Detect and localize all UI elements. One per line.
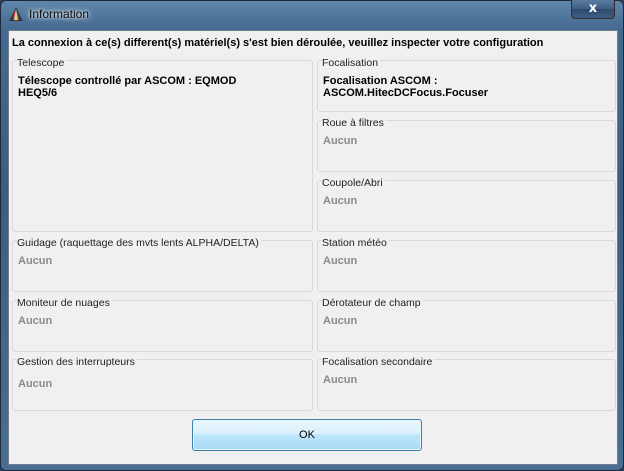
window-title: Information [29, 7, 90, 21]
filter-wheel-value: Aucun [323, 135, 358, 147]
dome-group: Coupole/Abri Aucun [317, 177, 616, 232]
dome-value: Aucun [323, 195, 358, 207]
dome-label: Coupole/Abri [322, 177, 385, 189]
secondary-focuser-label: Focalisation secondaire [322, 356, 435, 368]
weather-station-value: Aucun [323, 255, 358, 267]
filter-wheel-label: Roue à filtres [322, 117, 386, 129]
weather-station-label: Station météo [322, 237, 389, 249]
switches-label: Gestion des interrupteurs [17, 356, 137, 368]
derotator-value: Aucun [323, 315, 358, 327]
guiding-group: Guidage (raquettage des mvts lents ALPHA… [12, 237, 313, 292]
dialog-body: La connexion à ce(s) different(s) matéri… [8, 30, 618, 465]
close-button[interactable]: x [571, 0, 615, 19]
status-message: La connexion à ce(s) different(s) matéri… [12, 37, 544, 49]
guiding-label: Guidage (raquettage des mvts lents ALPHA… [17, 237, 261, 249]
switches-value: Aucun [18, 378, 53, 390]
cloud-monitor-value: Aucun [18, 315, 53, 327]
secondary-focuser-group: Focalisation secondaire Aucun [317, 356, 616, 411]
focalisation-label: Focalisation [322, 57, 381, 69]
cloud-monitor-group: Moniteur de nuages Aucun [12, 297, 313, 352]
weather-station-group: Station météo Aucun [317, 237, 616, 292]
telescope-label: Telescope [17, 57, 67, 69]
filter-wheel-group: Roue à filtres Aucun [317, 117, 616, 172]
title-bar[interactable]: Information x [0, 0, 624, 30]
cloud-monitor-label: Moniteur de nuages [17, 297, 112, 309]
derotator-label: Dérotateur de champ [322, 297, 423, 309]
focalisation-value: Focalisation ASCOM : ASCOM.HitecDCFocus.… [323, 75, 489, 99]
switches-group: Gestion des interrupteurs Aucun [12, 356, 313, 411]
close-icon: x [588, 1, 598, 16]
telescope-group: Telescope Télescope controllé par ASCOM … [12, 57, 313, 232]
focalisation-group: Focalisation Focalisation ASCOM : ASCOM.… [317, 57, 616, 112]
guiding-value: Aucun [18, 255, 53, 267]
prism-app-icon [9, 7, 23, 21]
telescope-value: Télescope controllé par ASCOM : EQMOD HE… [18, 75, 237, 99]
ok-button[interactable]: OK [192, 419, 422, 451]
secondary-focuser-value: Aucun [323, 374, 358, 386]
derotator-group: Dérotateur de champ Aucun [317, 297, 616, 352]
